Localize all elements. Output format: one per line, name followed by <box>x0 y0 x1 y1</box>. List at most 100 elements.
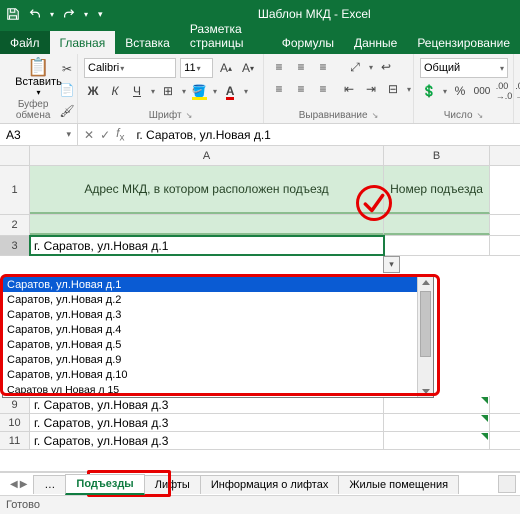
cell[interactable] <box>30 215 384 235</box>
qat-dropdown-icon[interactable]: ▾ <box>98 9 103 20</box>
cell[interactable] <box>384 414 490 431</box>
column-header-B[interactable]: B <box>384 146 490 165</box>
decrease-indent-icon[interactable]: ⇤ <box>340 80 358 98</box>
dropdown-item[interactable]: Саратов, ул.Новая д.5 <box>3 337 433 352</box>
data-validation-dropdown[interactable]: Саратов, ул.Новая д.1 Саратов, ул.Новая … <box>2 276 434 398</box>
cancel-formula-icon[interactable]: ✕ <box>84 128 94 142</box>
sheet-tab-lift-info[interactable]: Информация о лифтах <box>200 475 339 494</box>
enter-formula-icon[interactable]: ✓ <box>100 128 110 142</box>
align-bottom-icon[interactable]: ≡ <box>314 58 332 76</box>
error-indicator-icon[interactable] <box>481 433 488 440</box>
cell[interactable]: г. Саратов, ул.Новая д.3 <box>30 396 384 413</box>
align-center-icon[interactable]: ≡ <box>292 80 310 98</box>
row-header[interactable]: 9 <box>0 396 30 413</box>
dropdown-item[interactable]: Саратов, ул.Новая д.3 <box>3 307 433 322</box>
tab-formulas[interactable]: Формулы <box>272 31 344 54</box>
cut-icon[interactable]: ✂ <box>58 60 76 78</box>
data-validation-dropdown-button[interactable]: ▾ <box>383 256 400 273</box>
font-size-select[interactable]: 11▾ <box>180 58 213 78</box>
header-cell-address[interactable]: Адрес МКД, в котором расположен подъезд <box>30 166 384 214</box>
dropdown-item[interactable]: Саратов ул Новая л 15 <box>3 382 433 397</box>
format-painter-icon[interactable]: 🖌 <box>58 102 76 120</box>
comma-icon[interactable]: 000 <box>473 82 491 100</box>
align-middle-icon[interactable]: ≡ <box>292 58 310 76</box>
wrap-text-icon[interactable]: ↩ <box>377 58 395 76</box>
undo-icon[interactable] <box>28 7 42 21</box>
decrease-font-icon[interactable]: A▾ <box>239 59 257 77</box>
borders-icon[interactable]: ⊞ <box>159 82 177 100</box>
tab-page-layout[interactable]: Разметка страницы <box>180 17 272 54</box>
font-color-icon[interactable]: A <box>221 82 239 100</box>
tab-insert[interactable]: Вставка <box>115 31 180 54</box>
tab-review[interactable]: Рецензирование <box>407 31 520 54</box>
dropdown-item[interactable]: Саратов, ул.Новая д.1 <box>3 277 433 292</box>
cell[interactable]: г. Саратов, ул.Новая д.3 <box>30 432 384 449</box>
row-header[interactable]: 10 <box>0 414 30 431</box>
increase-indent-icon[interactable]: ⇥ <box>362 80 380 98</box>
header-cell-number[interactable]: Номер подъезда <box>384 166 490 214</box>
align-left-icon[interactable]: ≡ <box>270 80 288 98</box>
paste-button[interactable]: 📋 Вставить ▾ <box>15 58 62 97</box>
orientation-icon[interactable]: ⤢ <box>346 58 364 76</box>
merge-icon[interactable]: ⊟ <box>384 80 402 98</box>
row-header[interactable]: 2 <box>0 215 30 235</box>
number-launcher-icon[interactable]: ↘ <box>477 111 484 120</box>
currency-icon[interactable]: 💲 <box>420 82 438 100</box>
cell[interactable] <box>384 236 490 255</box>
copy-icon[interactable]: 📄 <box>58 81 76 99</box>
cell[interactable]: г. Саратов, ул.Новая д.3 <box>30 414 384 431</box>
redo-dropdown-icon[interactable]: ▾ <box>84 10 88 19</box>
sheet-tab-lifts[interactable]: Лифты <box>144 475 201 494</box>
error-indicator-icon[interactable] <box>481 397 488 404</box>
dropdown-scrollbar[interactable] <box>417 277 433 397</box>
fill-color-icon[interactable]: 🪣 <box>190 82 208 100</box>
tab-file[interactable]: Файл <box>0 31 50 54</box>
underline-button[interactable]: Ч <box>128 82 146 100</box>
align-top-icon[interactable]: ≡ <box>270 58 288 76</box>
increase-decimal-icon[interactable]: .00→.0 <box>495 82 513 100</box>
font-launcher-icon[interactable]: ↘ <box>186 111 193 120</box>
bold-button[interactable]: Ж <box>84 82 102 100</box>
sheet-tab-residential[interactable]: Жилые помещения <box>338 475 459 494</box>
error-indicator-icon[interactable] <box>481 415 488 422</box>
fx-icon[interactable]: fx <box>116 126 124 143</box>
active-cell[interactable]: г. Саратов, ул.Новая д.1 ▾ <box>30 236 384 255</box>
underline-dropdown-icon[interactable]: ▾ <box>151 87 155 96</box>
dropdown-item[interactable]: Саратов, ул.Новая д.9 <box>3 352 433 367</box>
sheet-tab-entrances[interactable]: Подъезды <box>65 474 144 495</box>
align-right-icon[interactable]: ≡ <box>314 80 332 98</box>
dropdown-item[interactable]: Саратов, ул.Новая д.2 <box>3 292 433 307</box>
row-header[interactable]: 3 <box>0 236 30 255</box>
tab-home[interactable]: Главная <box>50 31 116 54</box>
redo-icon[interactable] <box>62 7 76 21</box>
row-header[interactable]: 11 <box>0 432 30 449</box>
font-name-select[interactable]: Calibri▾ <box>84 58 176 78</box>
undo-dropdown-icon[interactable]: ▾ <box>50 10 54 19</box>
paste-label: Вставить <box>15 76 62 88</box>
percent-icon[interactable]: % <box>451 82 469 100</box>
column-headers: A B <box>30 146 520 166</box>
sheet-tab-more[interactable]: … <box>33 475 66 494</box>
tab-data[interactable]: Данные <box>344 31 407 54</box>
column-header-A[interactable]: A <box>30 146 384 165</box>
paste-dropdown-icon[interactable]: ▾ <box>36 88 40 97</box>
row-header[interactable]: 1 <box>0 166 30 214</box>
horizontal-scroll-button[interactable] <box>498 475 516 493</box>
increase-font-icon[interactable]: A▴ <box>217 59 235 77</box>
name-box[interactable]: A3▾ <box>0 124 78 145</box>
number-format-select[interactable]: Общий▾ <box>420 58 508 78</box>
cell[interactable] <box>384 215 490 235</box>
namebox-dropdown-icon[interactable]: ▾ <box>66 129 71 140</box>
sheet-nav[interactable]: ◀▶ <box>4 479 33 490</box>
dropdown-item[interactable]: Саратов, ул.Новая д.4 <box>3 322 433 337</box>
scrollbar-thumb[interactable] <box>420 291 431 357</box>
cell[interactable] <box>384 432 490 449</box>
dropdown-item[interactable]: Саратов, ул.Новая д.10 <box>3 367 433 382</box>
align-launcher-icon[interactable]: ↘ <box>372 111 379 120</box>
select-all-corner[interactable] <box>0 146 30 166</box>
worksheet-grid[interactable]: A B 1 Адрес МКД, в котором расположен по… <box>0 146 520 472</box>
save-icon[interactable] <box>6 7 20 21</box>
italic-button[interactable]: К <box>106 82 124 100</box>
formula-input[interactable]: г. Саратов, ул.Новая д.1 <box>130 124 520 145</box>
cell[interactable] <box>384 396 490 413</box>
